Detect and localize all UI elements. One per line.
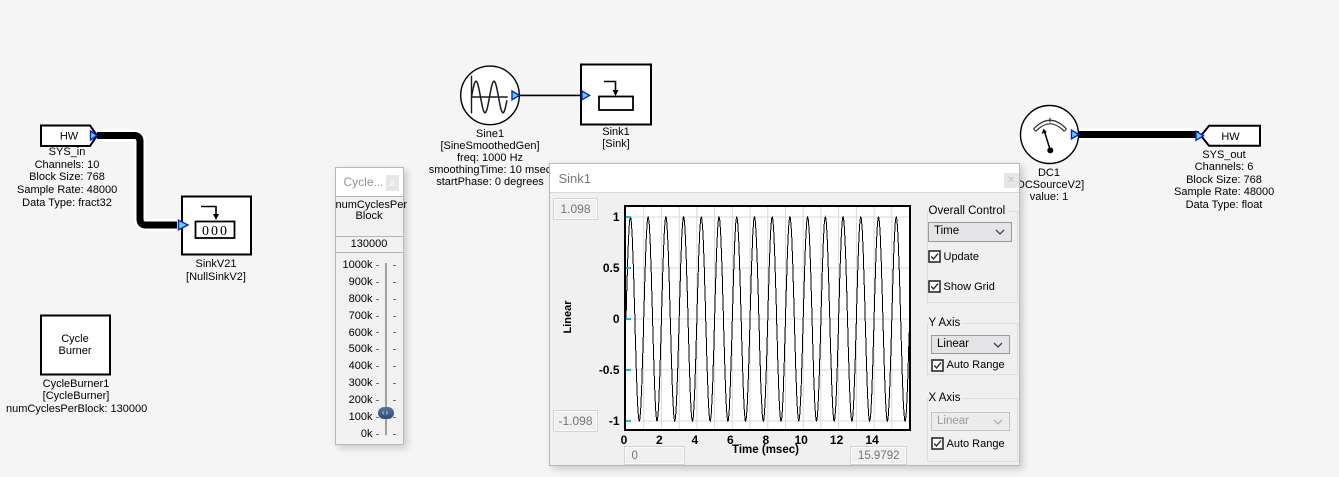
svg-text:HW: HW (1221, 131, 1240, 143)
svg-text:HW: HW (60, 131, 79, 143)
svg-text:000: 000 (202, 224, 229, 239)
